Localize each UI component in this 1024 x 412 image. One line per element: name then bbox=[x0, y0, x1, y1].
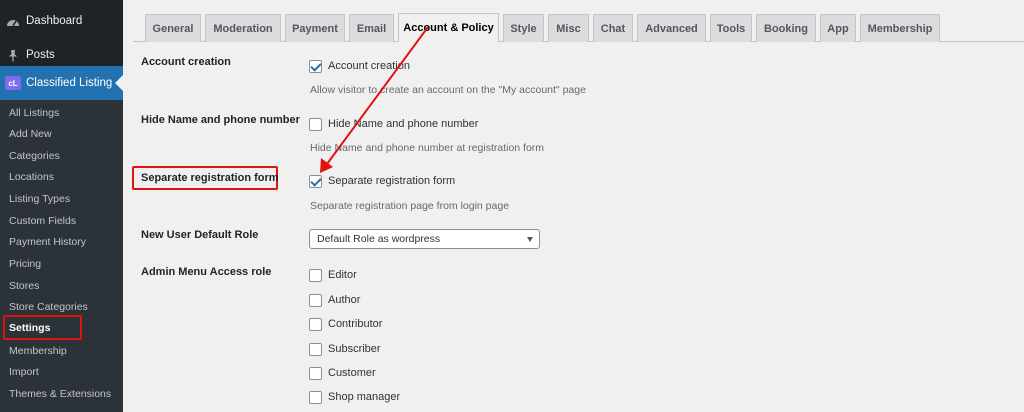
tab-style[interactable]: Style bbox=[503, 14, 544, 42]
menu-dashboard-label: Dashboard bbox=[26, 15, 83, 27]
submenu-categories[interactable]: Categories bbox=[9, 150, 60, 162]
submenu-all-listings[interactable]: All Listings bbox=[9, 107, 59, 119]
submenu-membership[interactable]: Membership bbox=[9, 345, 67, 357]
role-author-checkbox[interactable] bbox=[309, 294, 322, 307]
separate-registration-checkbox-label[interactable]: Separate registration form bbox=[328, 175, 455, 187]
admin-sidebar: Dashboard Posts cL Classified Listing Al… bbox=[0, 0, 123, 412]
account-creation-checkbox[interactable] bbox=[309, 60, 322, 73]
role-author-label[interactable]: Author bbox=[328, 294, 360, 306]
settings-highlight-box bbox=[3, 315, 82, 340]
role-subscriber-label[interactable]: Subscriber bbox=[328, 343, 381, 355]
tab-booking[interactable]: Booking bbox=[756, 14, 816, 42]
default-role-select[interactable]: Default Role as wordpress bbox=[309, 229, 540, 249]
role-customer-checkbox[interactable] bbox=[309, 367, 322, 380]
chevron-down-icon bbox=[527, 237, 533, 242]
default-role-selected-value: Default Role as wordpress bbox=[317, 233, 441, 245]
tab-moderation[interactable]: Moderation bbox=[205, 14, 281, 42]
separate-registration-description: Separate registration page from login pa… bbox=[310, 200, 510, 212]
submenu-import[interactable]: Import bbox=[9, 366, 39, 378]
classified-listing-logo: cL bbox=[5, 76, 21, 90]
hide-name-phone-checkbox[interactable] bbox=[309, 118, 322, 131]
default-role-label: New User Default Role bbox=[141, 229, 259, 241]
submenu-store-categories[interactable]: Store Categories bbox=[9, 301, 88, 313]
submenu-themes-extensions[interactable]: Themes & Extensions bbox=[9, 388, 111, 400]
role-shop-manager-label[interactable]: Shop manager bbox=[328, 391, 400, 403]
tab-chat[interactable]: Chat bbox=[593, 14, 633, 42]
role-contributor-checkbox[interactable] bbox=[309, 318, 322, 331]
submenu-locations[interactable]: Locations bbox=[9, 171, 54, 183]
tab-general[interactable]: General bbox=[145, 14, 201, 42]
account-creation-description: Allow visitor to create an account on th… bbox=[310, 84, 586, 96]
submenu-stores[interactable]: Stores bbox=[9, 280, 39, 292]
tab-account-policy[interactable]: Account & Policy bbox=[398, 13, 499, 42]
role-shop-manager-checkbox[interactable] bbox=[309, 391, 322, 404]
role-contributor-label[interactable]: Contributor bbox=[328, 318, 382, 330]
role-editor-label[interactable]: Editor bbox=[328, 269, 357, 281]
menu-posts-label: Posts bbox=[26, 49, 55, 61]
tab-membership[interactable]: Membership bbox=[860, 14, 940, 42]
tab-email[interactable]: Email bbox=[349, 14, 394, 42]
tab-advanced[interactable]: Advanced bbox=[637, 14, 706, 42]
menu-dashboard[interactable]: Dashboard bbox=[0, 4, 123, 38]
separate-registration-label: Separate registration form bbox=[141, 172, 279, 184]
hide-name-phone-label: Hide Name and phone number bbox=[141, 114, 300, 126]
separate-registration-checkbox[interactable] bbox=[309, 175, 322, 188]
annotation-arrow-head bbox=[320, 158, 333, 173]
tab-payment[interactable]: Payment bbox=[285, 14, 345, 42]
submenu-pricing[interactable]: Pricing bbox=[9, 258, 41, 270]
tab-misc[interactable]: Misc bbox=[548, 14, 589, 42]
tab-tools[interactable]: Tools bbox=[710, 14, 752, 42]
tab-app[interactable]: App bbox=[820, 14, 856, 42]
role-editor-checkbox[interactable] bbox=[309, 269, 322, 282]
account-creation-label: Account creation bbox=[141, 56, 231, 68]
role-subscriber-checkbox[interactable] bbox=[309, 343, 322, 356]
account-creation-checkbox-label[interactable]: Account creation bbox=[328, 60, 410, 72]
admin-menu-access-label: Admin Menu Access role bbox=[141, 266, 272, 278]
dashboard-icon bbox=[0, 15, 26, 27]
menu-classified-listing-label: Classified Listing bbox=[26, 77, 113, 89]
pushpin-icon bbox=[0, 49, 26, 62]
hide-name-phone-checkbox-label[interactable]: Hide Name and phone number bbox=[328, 118, 478, 130]
submenu-payment-history[interactable]: Payment History bbox=[9, 236, 86, 248]
menu-classified-listing[interactable]: cL Classified Listing bbox=[0, 66, 123, 100]
submenu-add-new[interactable]: Add New bbox=[9, 128, 52, 140]
hide-name-phone-description: Hide Name and phone number at registrati… bbox=[310, 142, 545, 154]
role-customer-label[interactable]: Customer bbox=[328, 367, 376, 379]
submenu-custom-fields[interactable]: Custom Fields bbox=[9, 215, 76, 227]
submenu-listing-types[interactable]: Listing Types bbox=[9, 193, 70, 205]
